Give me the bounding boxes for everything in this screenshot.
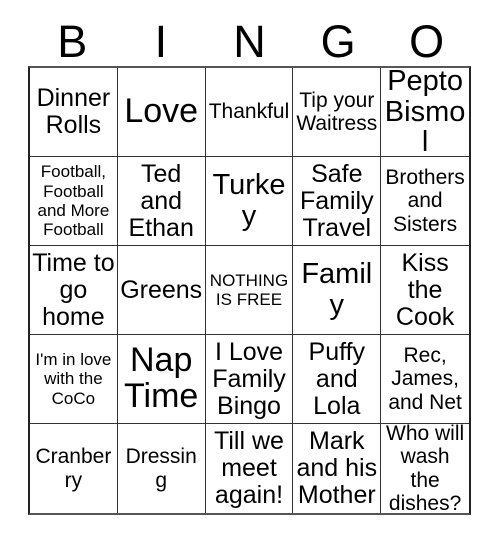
bingo-cell-label: I Love Family Bingo	[212, 337, 286, 420]
bingo-cell-i3[interactable]: Greens	[117, 246, 206, 335]
bingo-cell-g4[interactable]: Puffy and Lola	[293, 335, 382, 424]
bingo-cell-label: Time to go home	[32, 248, 115, 331]
bingo-cell-label: Turkey	[212, 169, 286, 232]
bingo-cell-label: Rec, James, and Net	[388, 344, 462, 414]
bingo-header-row: B I N G O	[28, 12, 471, 66]
bingo-cell-label: Mark and his Mother	[296, 427, 378, 509]
bingo-cell-label: I'm in love with the CoCo	[35, 349, 112, 408]
bingo-cell-label: Nap Time	[124, 341, 199, 415]
bingo-grid: Dinner Rolls Love Thankful Tip your Wait…	[28, 66, 471, 515]
bingo-header-letter-n: N	[233, 16, 266, 67]
bingo-cell-o3[interactable]: Kiss the Cook	[381, 246, 469, 335]
bingo-card: B I N G O Dinner Rolls Love Thankful Tip…	[0, 0, 500, 544]
bingo-header-letter-o: O	[409, 16, 445, 67]
bingo-cell-g1[interactable]: Tip your Waitress	[293, 68, 382, 157]
bingo-cell-g5[interactable]: Mark and his Mother	[293, 424, 382, 513]
bingo-cell-label: Puffy and Lola	[308, 337, 366, 420]
bingo-cell-g3[interactable]: Family	[293, 246, 382, 335]
bingo-cell-n2[interactable]: Turkey	[205, 157, 294, 246]
bingo-cell-b5[interactable]: Cranberry	[30, 424, 118, 513]
bingo-cell-o4[interactable]: Rec, James, and Net	[381, 335, 469, 424]
bingo-cell-label: Ted and Ethan	[128, 159, 194, 242]
bingo-cell-b3[interactable]: Time to go home	[30, 246, 118, 335]
bingo-cell-label: Till we meet again!	[214, 427, 284, 509]
bingo-cell-label: Greens	[120, 275, 203, 304]
bingo-cell-label: Cranberry	[35, 445, 112, 492]
bingo-cell-i5[interactable]: Dressing	[118, 424, 206, 513]
bingo-cell-n3[interactable]: NOTHING IS FREE	[205, 246, 294, 335]
bingo-cell-label: NOTHING IS FREE	[209, 270, 289, 309]
bingo-cell-n4[interactable]: I Love Family Bingo	[205, 335, 294, 424]
bingo-cell-i1[interactable]: Love	[117, 68, 206, 157]
bingo-cell-label: Safe Family Travel	[299, 159, 374, 242]
bingo-cell-n5[interactable]: Till we meet again!	[206, 424, 294, 513]
bingo-cell-g2[interactable]: Safe Family Travel	[293, 157, 382, 246]
bingo-cell-label: Pepto Bismol	[384, 68, 466, 157]
bingo-cell-i4[interactable]: Nap Time	[117, 335, 206, 424]
bingo-cell-label: Dinner Rolls	[36, 84, 111, 139]
bingo-cell-label: Brothers and Sisters	[385, 166, 465, 236]
bingo-cell-label: Tip your Waitress	[296, 88, 378, 135]
bingo-cell-o1[interactable]: Pepto Bismol	[381, 68, 469, 157]
bingo-cell-b4[interactable]: I'm in love with the CoCo	[30, 335, 118, 424]
bingo-header-letter-g: G	[320, 16, 356, 67]
bingo-cell-o5[interactable]: Who will wash the dishes?	[381, 424, 469, 513]
bingo-cell-label: Love	[124, 92, 199, 131]
bingo-cell-o2[interactable]: Brothers and Sisters	[381, 157, 469, 246]
bingo-cell-n1[interactable]: Thankful	[205, 68, 294, 157]
bingo-cell-i2[interactable]: Ted and Ethan	[117, 157, 206, 246]
bingo-header-letter-i: I	[154, 16, 168, 67]
bingo-cell-label: Football, Football and More Football	[37, 162, 110, 240]
bingo-cell-b2[interactable]: Football, Football and More Football	[30, 157, 118, 246]
bingo-cell-b1[interactable]: Dinner Rolls	[30, 68, 118, 157]
bingo-cell-label: Thankful	[208, 100, 290, 124]
bingo-cell-label: Dressing	[125, 445, 197, 492]
bingo-cell-label: Who will wash the dishes?	[386, 424, 465, 513]
bingo-cell-label: Family	[301, 258, 373, 321]
bingo-cell-label: Kiss the Cook	[395, 248, 455, 331]
bingo-header-letter-b: B	[57, 16, 88, 67]
